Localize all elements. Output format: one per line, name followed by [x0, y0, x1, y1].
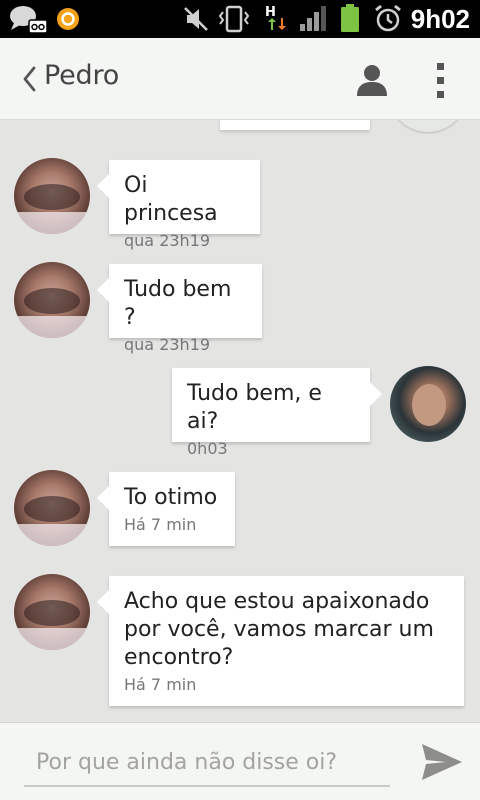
back-icon[interactable] — [20, 65, 40, 93]
previous-message-bubble — [220, 120, 370, 130]
vibrate-icon — [218, 5, 250, 33]
signal-icon — [300, 6, 326, 31]
message-timestamp: Há 7 min — [124, 515, 197, 534]
message-input[interactable] — [24, 739, 390, 787]
message-bubble-incoming[interactable]: Oi princesa qua 23h19 — [97, 160, 260, 250]
svg-text:H: H — [265, 5, 276, 20]
message-timestamp: qua 23h19 — [124, 231, 211, 250]
alarm-icon — [375, 4, 401, 32]
contact-avatar[interactable] — [14, 158, 90, 234]
previous-message-avatar — [390, 120, 466, 132]
overflow-menu-icon[interactable] — [430, 60, 452, 100]
contact-avatar[interactable] — [14, 470, 90, 546]
contact-avatar[interactable] — [14, 574, 90, 650]
contact-name[interactable]: Pedro — [44, 60, 119, 91]
mute-icon — [184, 7, 208, 31]
contact-avatar[interactable] — [14, 262, 90, 338]
message-text: Oi princesa — [124, 173, 218, 226]
message-timestamp: Há 7 min — [124, 675, 197, 694]
compose-bar — [0, 722, 480, 800]
message-text: Tudo bem, e ai? — [187, 381, 322, 434]
message-text: To otimo — [124, 485, 218, 510]
message-text: Acho que estou apaixonado por você, vamo… — [124, 589, 434, 670]
message-bubble-incoming[interactable]: Acho que estou apaixonado por você, vamo… — [97, 576, 464, 706]
person-icon[interactable] — [354, 62, 390, 98]
message-thread[interactable]: Oi princesa qua 23h19 Tudo bem ? qua 23h… — [0, 120, 480, 722]
send-icon[interactable] — [420, 741, 464, 783]
hspa-data-icon: H — [265, 5, 286, 30]
message-timestamp: 0h03 — [187, 439, 228, 458]
status-clock: 9h02 — [410, 4, 470, 34]
my-avatar[interactable] — [390, 366, 466, 442]
message-bubble-incoming[interactable]: To otimo Há 7 min — [97, 472, 235, 546]
message-text: Tudo bem ? — [124, 277, 232, 330]
chat-notification-icon — [10, 6, 48, 34]
message-timestamp: qua 23h19 — [124, 335, 211, 354]
battery-icon — [341, 4, 359, 32]
app-notification-icon — [57, 8, 79, 30]
message-bubble-outgoing[interactable]: Tudo bem, e ai? 0h03 — [172, 368, 382, 458]
message-bubble-incoming[interactable]: Tudo bem ? qua 23h19 — [97, 264, 262, 354]
conversation-header: Pedro — [0, 38, 480, 120]
status-bar: H 9h02 — [0, 0, 480, 38]
